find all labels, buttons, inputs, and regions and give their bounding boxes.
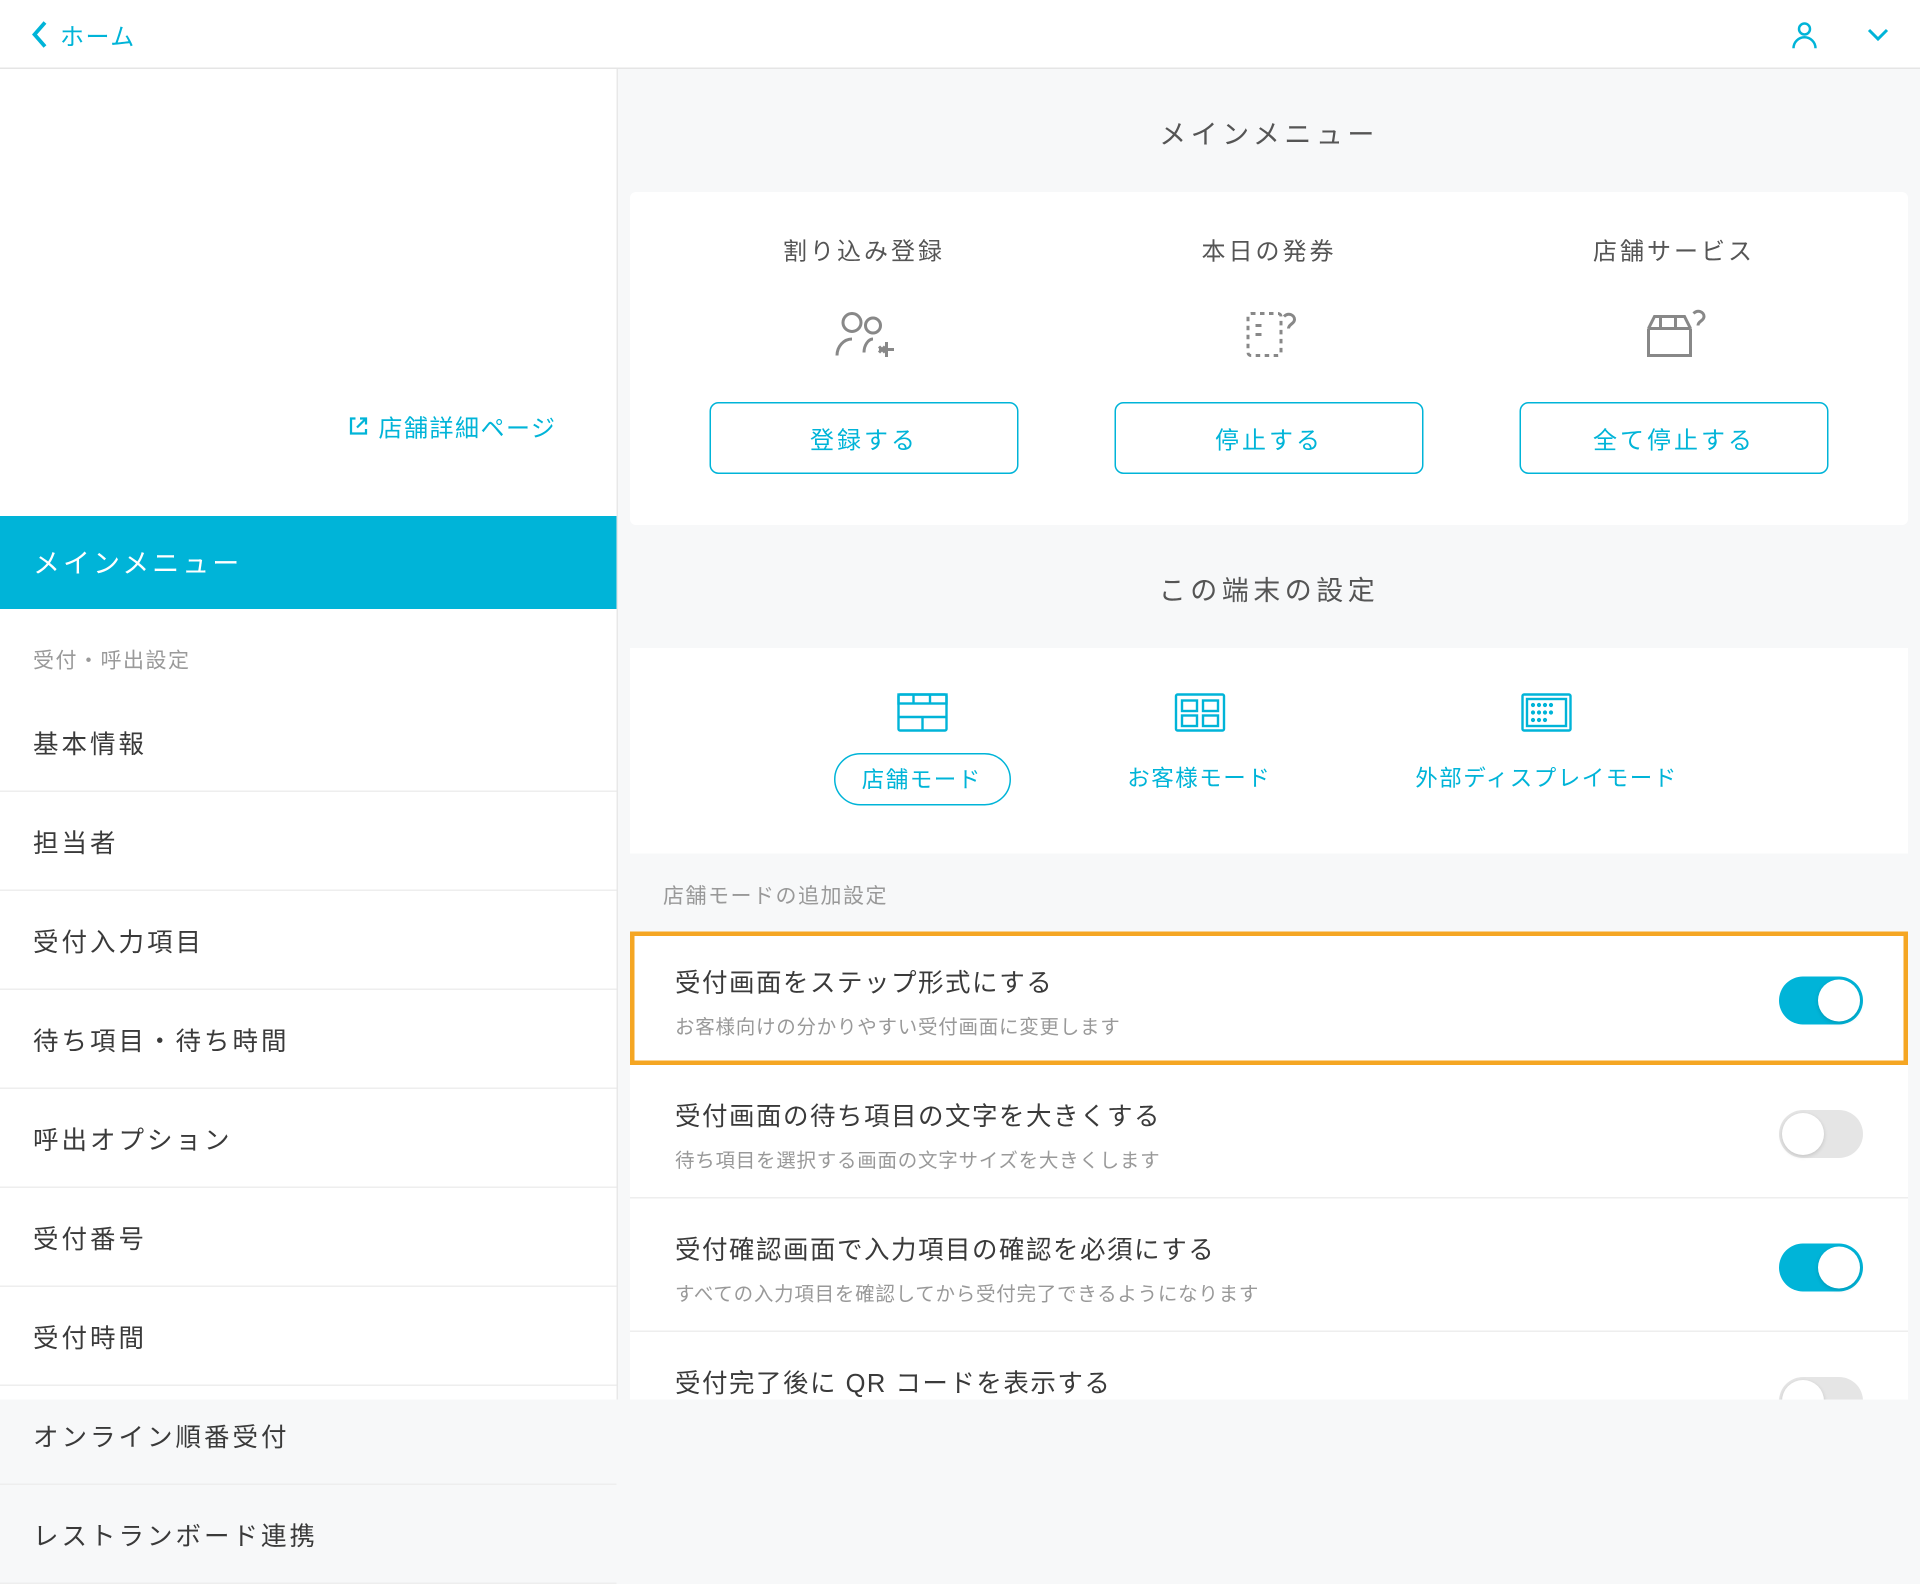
setting-row-3: 受付完了後に QR コードを表示する待ち状況を確認できる読み取り用の QR コー… <box>630 1332 1908 1400</box>
setting-row-2: 受付確認画面で入力項目の確認を必須にするすべての入力項目を確認してから受付完了で… <box>630 1199 1908 1333</box>
mode-tab-2[interactable]: 外部ディスプレイモード <box>1388 693 1704 806</box>
setting-title: 受付画面の待ち項目の文字を大きくする <box>675 1095 1779 1133</box>
card-button-0[interactable]: 登録する <box>710 402 1019 474</box>
main-content: メインメニュー 割り込み登録 登録する本日の発券 停止する店舗サービス 全て停止… <box>618 69 1920 1400</box>
card-label: 店舗サービス <box>1593 231 1755 267</box>
back-label: ホーム <box>60 16 136 52</box>
action-card-1: 本日の発券 停止する <box>1089 231 1449 474</box>
chevron-down-icon[interactable] <box>1866 26 1890 41</box>
sidebar-item-5[interactable]: 受付番号 <box>0 1188 617 1287</box>
toggle-0[interactable] <box>1779 977 1863 1025</box>
setting-title: 受付確認画面で入力項目の確認を必須にする <box>675 1229 1779 1267</box>
user-icon[interactable] <box>1788 17 1821 50</box>
main-menu-title: メインメニュー <box>618 69 1920 192</box>
external-link-icon <box>348 416 369 437</box>
sidebar: 店舗詳細ページ メインメニュー 受付・呼出設定 基本情報担当者受付入力項目待ち項… <box>0 69 618 1400</box>
device-settings-title: この端末の設定 <box>618 525 1920 648</box>
mode-icon <box>896 693 947 732</box>
sidebar-item-2[interactable]: 受付入力項目 <box>0 891 617 990</box>
card-button-2[interactable]: 全て停止する <box>1520 402 1829 474</box>
sidebar-item-1[interactable]: 担当者 <box>0 792 617 891</box>
setting-title: 受付画面をステップ形式にする <box>675 962 1779 1000</box>
setting-row-1: 受付画面の待ち項目の文字を大きくする待ち項目を選択する画面の文字サイズを大きくし… <box>630 1065 1908 1199</box>
toggle-3[interactable] <box>1779 1377 1863 1400</box>
setting-desc: 待ち項目を選択する画面の文字サイズを大きくします <box>675 1145 1779 1174</box>
sidebar-item-3[interactable]: 待ち項目・待ち時間 <box>0 990 617 1089</box>
card-icon <box>1640 297 1709 372</box>
mode-tab-label: お客様モード <box>1100 753 1298 803</box>
card-label: 割り込み登録 <box>783 231 945 267</box>
sidebar-item-8[interactable]: レストランボード連携 <box>0 1485 617 1584</box>
mode-tab-label: 店舗モード <box>833 753 1010 806</box>
header-actions <box>1788 17 1890 50</box>
action-card-2: 店舗サービス 全て停止する <box>1494 231 1854 474</box>
back-button[interactable]: ホーム <box>30 16 136 52</box>
setting-desc: すべての入力項目を確認してから受付完了できるようになります <box>675 1278 1779 1307</box>
settings-section-label: 店舗モードの追加設定 <box>618 854 1920 932</box>
card-icon <box>1239 297 1299 372</box>
card-icon <box>831 297 897 372</box>
sidebar-item-7[interactable]: オンライン順番受付 <box>0 1386 617 1485</box>
store-detail-label: 店舗詳細ページ <box>378 408 556 444</box>
mode-tab-0[interactable]: 店舗モード <box>833 693 1010 806</box>
sidebar-item-4[interactable]: 呼出オプション <box>0 1089 617 1188</box>
setting-row-0: 受付画面をステップ形式にするお客様向けの分かりやすい受付画面に変更します <box>630 932 1908 1066</box>
chevron-left-icon <box>30 19 48 49</box>
sidebar-item-main-menu[interactable]: メインメニュー <box>0 516 617 609</box>
app-header: ホーム <box>0 0 1920 69</box>
card-button-1[interactable]: 停止する <box>1115 402 1424 474</box>
sidebar-item-0[interactable]: 基本情報 <box>0 693 617 792</box>
sidebar-item-6[interactable]: 受付時間 <box>0 1287 617 1386</box>
mode-icon <box>1174 693 1225 732</box>
card-label: 本日の発券 <box>1201 231 1336 267</box>
mode-tab-1[interactable]: お客様モード <box>1100 693 1298 806</box>
sidebar-section-label: 受付・呼出設定 <box>0 609 617 693</box>
toggle-2[interactable] <box>1779 1244 1863 1292</box>
toggle-1[interactable] <box>1779 1110 1863 1158</box>
store-detail-link[interactable]: 店舗詳細ページ <box>348 408 556 444</box>
mode-icon <box>1521 693 1572 732</box>
action-card-0: 割り込み登録 登録する <box>684 231 1044 474</box>
mode-tab-label: 外部ディスプレイモード <box>1388 753 1704 803</box>
setting-desc: お客様向けの分かりやすい受付画面に変更します <box>675 1011 1779 1040</box>
setting-title: 受付完了後に QR コードを表示する <box>675 1362 1779 1400</box>
